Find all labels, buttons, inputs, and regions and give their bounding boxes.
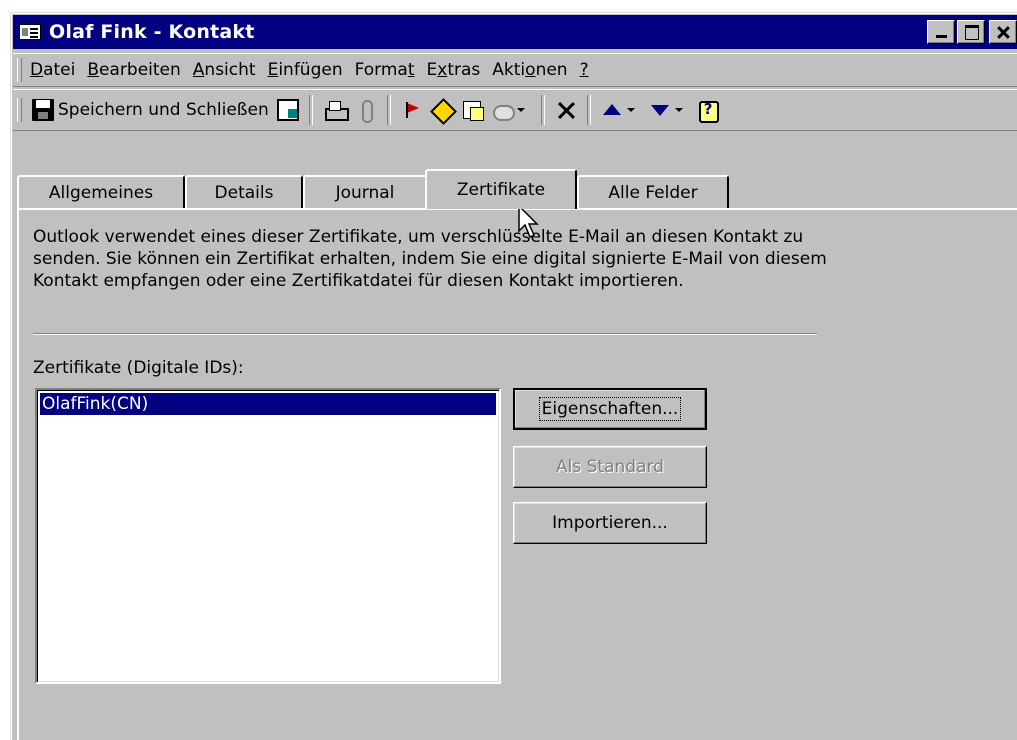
certificates-panel: Outlook verwendet eines dieser Zertifika… [17, 208, 1017, 740]
save-as-icon [276, 99, 299, 121]
delete-button[interactable] [551, 94, 581, 126]
import-button[interactable]: Importieren... [513, 502, 707, 544]
menu-bar: Datei Bearbeiten Ansicht Einfügen Format… [13, 53, 1017, 87]
menu-aktionen[interactable]: Aktionen [486, 60, 573, 80]
next-item-button[interactable] [645, 94, 693, 126]
dial-button[interactable] [487, 94, 535, 126]
certificates-description: Outlook verwendet eines dieser Zertifika… [33, 227, 827, 291]
menu-extras[interactable]: Extras [421, 60, 487, 80]
properties-button[interactable]: Eigenschaften... [513, 388, 707, 430]
help-icon [697, 99, 719, 123]
contact-card-icon[interactable] [19, 24, 41, 40]
properties-button-label: Eigenschaften... [538, 397, 682, 421]
previous-item-button[interactable] [597, 94, 645, 126]
toolbar-separator [586, 95, 591, 125]
tab-details[interactable]: Details [185, 175, 303, 209]
standard-toolbar: Speichern und Schließen [13, 89, 1017, 131]
delete-icon [555, 99, 577, 121]
menubar-grip[interactable] [17, 58, 22, 82]
list-item[interactable]: OlafFink(CN) [40, 393, 496, 415]
save-and-close-label: Speichern und Schließen [58, 100, 269, 120]
certificates-list-label: Zertifikate (Digitale IDs): [33, 358, 244, 378]
title-bar[interactable]: Olaf Fink - Kontakt [13, 15, 1017, 49]
attach-button[interactable] [351, 94, 381, 126]
divider [33, 333, 817, 335]
tab-journal[interactable]: Journal [303, 175, 427, 209]
save-icon [32, 99, 54, 121]
contact-window: Olaf Fink - Kontakt Datei Bearbeiten Ans… [10, 12, 1017, 740]
toolbar-separator [308, 95, 313, 125]
menu-einfuegen[interactable]: Einfügen [262, 60, 349, 80]
chevron-down-icon [674, 108, 683, 112]
phone-icon [491, 99, 515, 121]
new-contact-icon [461, 99, 484, 121]
window-title: Olaf Fink - Kontakt [49, 21, 255, 43]
arrow-up-icon [601, 99, 623, 121]
road-sign-icon [431, 99, 453, 121]
close-button[interactable] [989, 20, 1017, 44]
certificates-listbox[interactable]: OlafFink(CN) [35, 388, 501, 684]
new-contact-button[interactable] [457, 94, 487, 126]
menu-ansicht[interactable]: Ansicht [187, 60, 262, 80]
tab-allgemeines[interactable]: Allgemeines [17, 175, 185, 209]
chevron-down-icon [516, 108, 525, 112]
toolbar-separator [540, 95, 545, 125]
menu-datei[interactable]: Datei [24, 60, 81, 80]
chevron-down-icon [626, 108, 635, 112]
print-button[interactable] [319, 94, 351, 126]
paperclip-icon [355, 99, 377, 123]
display-map-button[interactable] [427, 94, 457, 126]
arrow-down-icon [649, 99, 671, 121]
flag-icon [401, 99, 423, 121]
help-button[interactable] [693, 94, 723, 126]
menu-help[interactable]: ? [574, 60, 595, 80]
tab-zertifikate[interactable]: Zertifikate [425, 169, 577, 209]
minimize-button[interactable] [927, 20, 955, 44]
maximize-button[interactable] [957, 20, 985, 44]
save-as-button[interactable] [273, 94, 303, 126]
menu-format[interactable]: Format [349, 60, 421, 80]
mouse-pointer-icon [518, 205, 539, 239]
printer-icon [323, 99, 349, 121]
menu-bearbeiten[interactable]: Bearbeiten [81, 60, 186, 80]
set-default-button[interactable]: Als Standard [513, 446, 707, 488]
flag-button[interactable] [397, 94, 427, 126]
window-controls [927, 20, 1017, 44]
tab-alle-felder[interactable]: Alle Felder [577, 175, 729, 209]
toolbar-grip[interactable] [17, 98, 22, 122]
save-and-close-button[interactable]: Speichern und Schließen [28, 94, 273, 126]
toolbar-separator [386, 95, 391, 125]
